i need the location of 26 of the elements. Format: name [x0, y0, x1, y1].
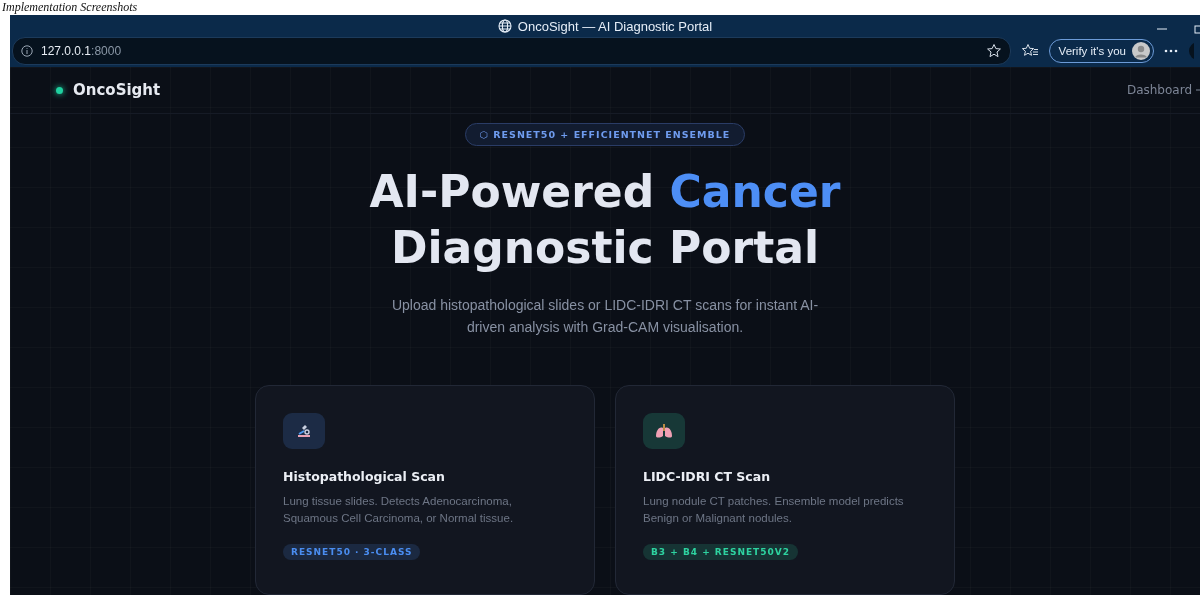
globe-icon — [497, 19, 512, 33]
address-field[interactable]: 127.0.0.1:8000 — [12, 37, 1011, 65]
scan-card[interactable]: Histopathological Scan Lung tissue slides. Detects Adenocarcinoma, Squamous Cell Carcinoma, or Normal tissue. RESNET50 · 3-CLASS — [255, 385, 595, 595]
favorites-icon[interactable] — [1020, 43, 1039, 59]
model-tag: RESNET50 · 3-CLASS — [283, 544, 421, 560]
more-icon[interactable] — [1164, 49, 1178, 53]
model-badge: ⬡ RESNET50 + EFFICIENTNET ENSEMBLE — [464, 123, 746, 146]
hero-subtitle: Upload histopathological slides or LIDC-IDRI CT scans for instant AI-driven analysis with Grad-CAM visualisation. — [390, 296, 820, 337]
window-title: OncoSight — AI Diagnostic Portal — [517, 18, 713, 34]
scan-card[interactable]: LIDC-IDRI CT Scan Lung nodule CT patches. Ensemble model predicts Benign or Malignant nodules. B3 + B4 + RESNET50V2 — [615, 385, 955, 595]
caption-text: Implementation Screenshots — [2, 0, 138, 15]
microscope-icon — [296, 424, 312, 438]
card-title: Histopathological Scan — [283, 469, 446, 484]
logo-dot-icon — [56, 86, 63, 94]
dashboard-link[interactable]: Dashboard — [1126, 83, 1192, 97]
restore-icon[interactable] — [1194, 22, 1200, 35]
model-tag: B3 + B4 + RESNET50V2 — [643, 544, 798, 560]
avatar-icon — [1132, 42, 1150, 60]
card-description: Lung nodule CT patches. Ensemble model predicts Benign or Malignant nodules. — [643, 494, 905, 526]
card-title: LIDC-IDRI CT Scan — [643, 469, 772, 484]
brand-name[interactable]: OncoSight — [73, 81, 161, 99]
hero-heading: AI-Powered Cancer Diagnostic Portal — [369, 165, 841, 275]
card-description: Lung tissue slides. Detects Adenocarcinoma, Squamous Cell Carcinoma, or Normal tissue. — [283, 494, 515, 526]
star-icon[interactable] — [985, 43, 1002, 59]
info-icon — [21, 45, 33, 57]
lungs-icon — [655, 423, 673, 439]
